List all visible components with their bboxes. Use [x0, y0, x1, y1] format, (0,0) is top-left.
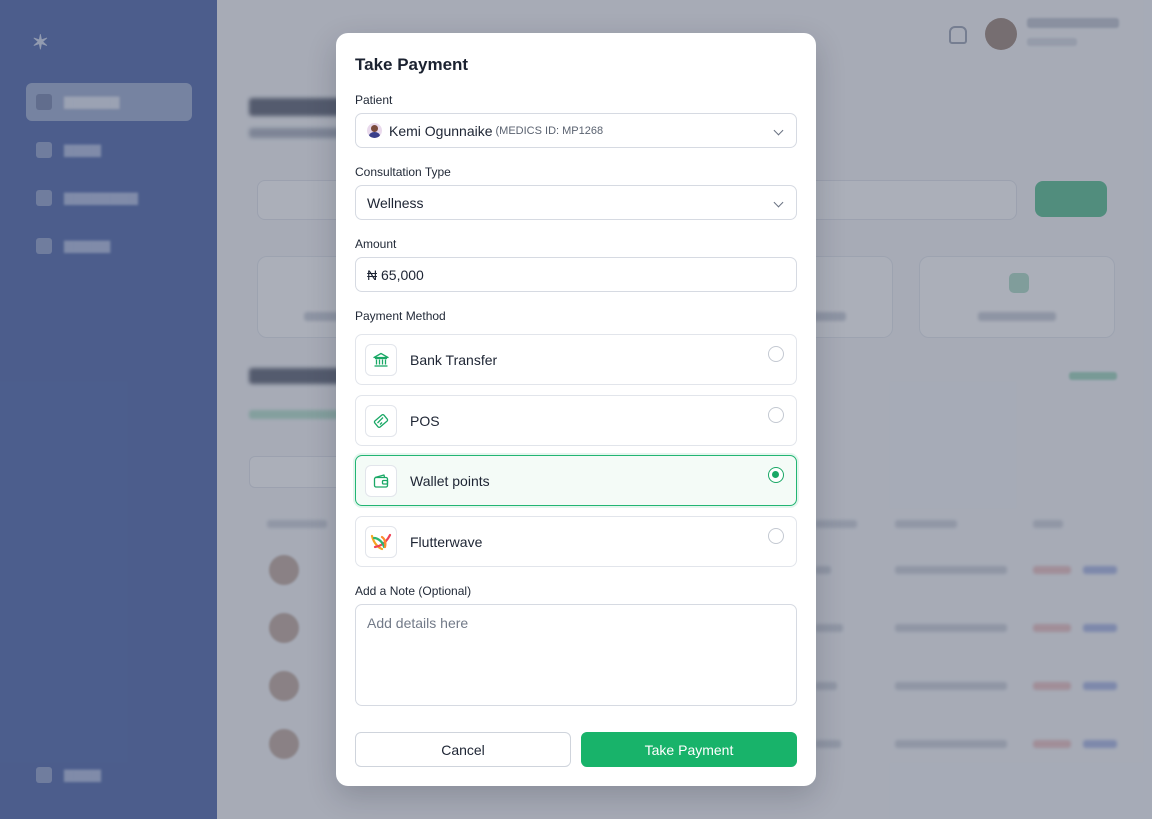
amount-label: Amount	[355, 237, 397, 251]
payment-option-label: Bank Transfer	[410, 351, 498, 368]
payment-option-pos[interactable]: POS	[355, 395, 797, 446]
chevron-down-icon	[773, 125, 784, 136]
cancel-button[interactable]: Cancel	[355, 732, 571, 767]
note-textarea[interactable]	[355, 604, 797, 706]
patient-avatar	[367, 123, 382, 138]
consultation-type-value: Wellness	[367, 194, 424, 211]
patient-select[interactable]: Kemi Ogunnaike (MEDICS ID: MP1268	[355, 113, 797, 148]
amount-field[interactable]	[355, 257, 797, 292]
payment-method-label: Payment Method	[355, 309, 446, 323]
patient-name: Kemi Ogunnaike	[389, 122, 493, 139]
take-payment-button[interactable]: Take Payment	[581, 732, 797, 767]
radio-button[interactable]	[768, 346, 784, 362]
payment-option-bank-transfer[interactable]: Bank Transfer	[355, 334, 797, 385]
consultation-type-label: Consultation Type	[355, 165, 451, 179]
patient-id: (MEDICS ID: MP1268	[495, 125, 604, 137]
radio-button[interactable]	[768, 407, 784, 423]
modal-title: Take Payment	[355, 55, 469, 74]
payment-option-label: POS	[410, 412, 440, 429]
wallet-icon	[365, 464, 397, 497]
pos-card-icon	[365, 404, 397, 437]
take-payment-modal: Take Payment Patient Kemi Ogunnaike (MED…	[336, 33, 816, 786]
payment-option-label: Flutterwave	[410, 533, 483, 550]
chevron-down-icon	[773, 197, 784, 208]
note-label: Add a Note (Optional)	[355, 584, 472, 598]
flutterwave-logo-icon	[365, 525, 397, 558]
patient-label: Patient	[355, 93, 393, 107]
payment-option-flutterwave[interactable]: Flutterwave	[355, 516, 797, 567]
consultation-type-select[interactable]: Wellness	[355, 185, 797, 220]
payment-option-label: Wallet points	[410, 472, 490, 489]
radio-button-selected[interactable]	[768, 467, 784, 483]
bank-icon	[365, 343, 397, 376]
radio-button[interactable]	[768, 528, 784, 544]
payment-option-wallet-points[interactable]: Wallet points	[355, 455, 797, 506]
